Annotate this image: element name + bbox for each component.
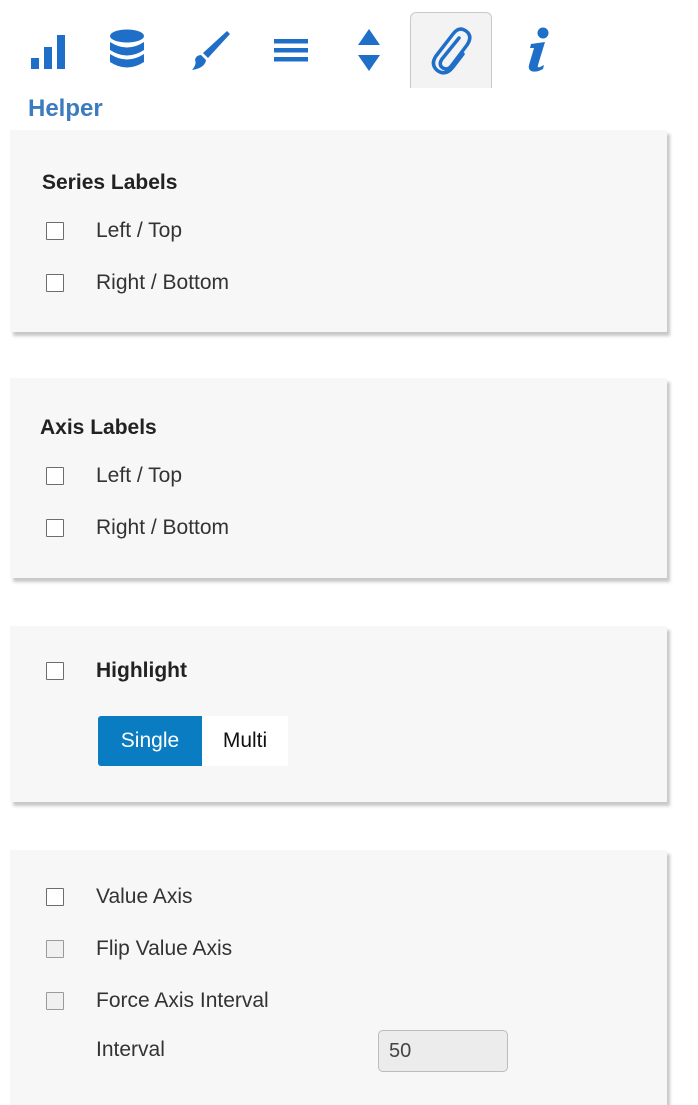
axis-labels-right-bottom-option[interactable]: Right / Bottom bbox=[46, 513, 229, 543]
sort-arrows-icon bbox=[358, 29, 380, 71]
flip-value-axis-checkbox[interactable] bbox=[46, 940, 64, 958]
brush-tab[interactable] bbox=[168, 12, 250, 88]
axis-labels-panel: Axis Labels Left / Top Right / Bottom bbox=[10, 378, 667, 578]
highlight-mode-toggle: Single Multi bbox=[98, 716, 288, 766]
axis-labels-left-top-checkbox[interactable] bbox=[46, 467, 64, 485]
sort-tab[interactable] bbox=[328, 12, 410, 88]
menu-lines-icon bbox=[274, 39, 308, 62]
toolbar bbox=[0, 0, 698, 92]
flip-value-axis-option[interactable]: Flip Value Axis bbox=[46, 934, 232, 964]
series-labels-left-top-checkbox[interactable] bbox=[46, 222, 64, 240]
series-labels-left-top-option[interactable]: Left / Top bbox=[46, 216, 182, 246]
series-labels-right-bottom-option[interactable]: Right / Bottom bbox=[46, 268, 229, 298]
database-tab[interactable] bbox=[86, 12, 168, 88]
axis-labels-right-bottom-checkbox[interactable] bbox=[46, 519, 64, 537]
highlight-checkbox[interactable] bbox=[46, 662, 64, 680]
series-labels-right-bottom-checkbox[interactable] bbox=[46, 274, 64, 292]
series-labels-left-top-label: Left / Top bbox=[96, 219, 183, 242]
database-icon bbox=[110, 29, 144, 68]
value-axis-label: Value Axis bbox=[96, 885, 193, 908]
lines-tab[interactable] bbox=[250, 12, 332, 88]
value-axis-checkbox[interactable] bbox=[46, 888, 64, 906]
paperclip-tab[interactable] bbox=[410, 12, 492, 88]
value-axis-panel: Value Axis Flip Value Axis Force Axis In… bbox=[10, 850, 667, 1105]
highlight-label: Highlight bbox=[96, 659, 187, 682]
info-tab[interactable] bbox=[498, 12, 580, 88]
highlight-option[interactable]: Highlight bbox=[46, 656, 187, 686]
brush-icon bbox=[192, 31, 230, 70]
force-axis-interval-checkbox[interactable] bbox=[46, 992, 64, 1010]
axis-labels-title: Axis Labels bbox=[40, 416, 157, 439]
axis-labels-left-top-option[interactable]: Left / Top bbox=[46, 461, 182, 491]
single-button[interactable]: Single bbox=[98, 716, 202, 766]
force-axis-interval-option[interactable]: Force Axis Interval bbox=[46, 986, 269, 1016]
series-labels-panel: Series Labels Left / Top Right / Bottom bbox=[10, 130, 667, 332]
multi-button[interactable]: Multi bbox=[202, 716, 288, 766]
flip-value-axis-label: Flip Value Axis bbox=[96, 937, 233, 960]
series-labels-right-bottom-label: Right / Bottom bbox=[96, 271, 230, 294]
axis-labels-left-top-label: Left / Top bbox=[96, 464, 183, 487]
bar-chart-icon bbox=[31, 35, 65, 69]
paperclip-icon bbox=[431, 26, 472, 75]
axis-labels-right-bottom-label: Right / Bottom bbox=[96, 516, 230, 539]
helper-title: Helper bbox=[28, 95, 103, 122]
bar-chart-tab[interactable] bbox=[8, 12, 90, 88]
series-labels-title: Series Labels bbox=[42, 171, 178, 194]
force-axis-interval-label: Force Axis Interval bbox=[96, 989, 269, 1012]
interval-input[interactable] bbox=[378, 1030, 508, 1072]
interval-label: Interval bbox=[96, 1038, 165, 1061]
info-icon bbox=[528, 27, 549, 72]
value-axis-option[interactable]: Value Axis bbox=[46, 882, 193, 912]
highlight-panel: Highlight Single Multi bbox=[10, 626, 667, 802]
